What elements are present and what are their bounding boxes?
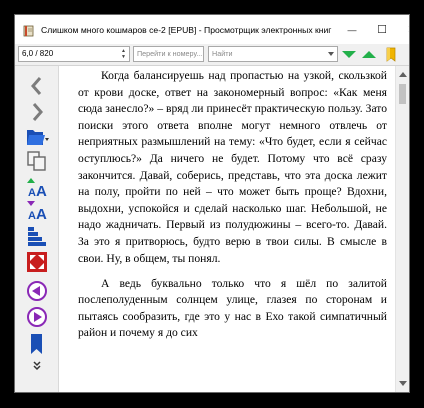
sidebar: A A A A <box>15 66 59 392</box>
svg-text:A: A <box>28 187 36 198</box>
bookmark-icon[interactable] <box>383 47 399 62</box>
page-position-value: 6,0 / 820 <box>22 49 54 58</box>
scroll-thumb[interactable] <box>399 84 406 104</box>
book-content[interactable]: Когда балансируешь над пропастью на узко… <box>59 66 395 392</box>
title-bar: Слишком много кошмаров се-2 [EPUB] - Про… <box>15 15 409 44</box>
maximize-button[interactable]: ☐ <box>367 15 397 44</box>
close-button[interactable]: ✕ <box>397 15 409 44</box>
open-book-icon[interactable] <box>25 125 49 147</box>
page-spinner[interactable]: ▲ ▼ <box>119 48 128 60</box>
goto-input[interactable]: Перейти к номеру... <box>133 46 204 62</box>
next-page-icon[interactable] <box>25 306 49 328</box>
scroll-down-icon[interactable] <box>399 381 407 386</box>
window-title: Слишком много кошмаров се-2 [EPUB] - Про… <box>41 24 332 35</box>
book-text: Когда балансируешь над пропастью на узко… <box>78 68 387 342</box>
page-position-input[interactable]: 6,0 / 820 ▲ ▼ <box>18 46 130 62</box>
vertical-scrollbar[interactable] <box>395 66 409 392</box>
copy-icon[interactable] <box>25 150 49 172</box>
minimize-button[interactable]: — <box>337 15 367 44</box>
svg-text:A: A <box>36 206 47 221</box>
search-placeholder: Найти <box>212 49 233 58</box>
app-window: Слишком много кошмаров се-2 [EPUB] - Про… <box>14 14 410 393</box>
paragraph: Когда балансируешь над пропастью на узко… <box>78 69 387 265</box>
chevron-down-icon[interactable] <box>328 52 334 56</box>
search-input[interactable]: Найти <box>208 46 338 62</box>
bookmark-ribbon-icon[interactable] <box>25 333 49 355</box>
maximize-icon: ☐ <box>377 24 387 36</box>
forward-icon[interactable] <box>25 101 49 123</box>
close-icon: ✕ <box>407 23 409 36</box>
more-icon[interactable] <box>25 359 49 373</box>
minimize-icon: — <box>347 24 357 35</box>
svg-text:A: A <box>28 210 36 221</box>
scroll-up-icon[interactable] <box>399 72 407 77</box>
fullscreen-icon[interactable] <box>25 251 49 273</box>
svg-text:A: A <box>36 183 47 198</box>
previous-page-icon[interactable] <box>25 280 49 302</box>
paragraph: А ведь буквально только что я шёл по зал… <box>78 276 387 340</box>
app-book-icon <box>23 24 35 36</box>
font-larger-icon[interactable]: A A <box>25 176 49 198</box>
table-of-contents-icon[interactable] <box>25 225 49 247</box>
find-previous-icon[interactable] <box>361 47 377 62</box>
font-smaller-icon[interactable]: A A <box>25 199 49 221</box>
find-next-icon[interactable] <box>341 47 357 62</box>
goto-placeholder: Перейти к номеру... <box>137 49 203 58</box>
toolbar: 6,0 / 820 ▲ ▼ Перейти к номеру... Найти <box>15 44 409 66</box>
back-icon[interactable] <box>25 75 49 97</box>
